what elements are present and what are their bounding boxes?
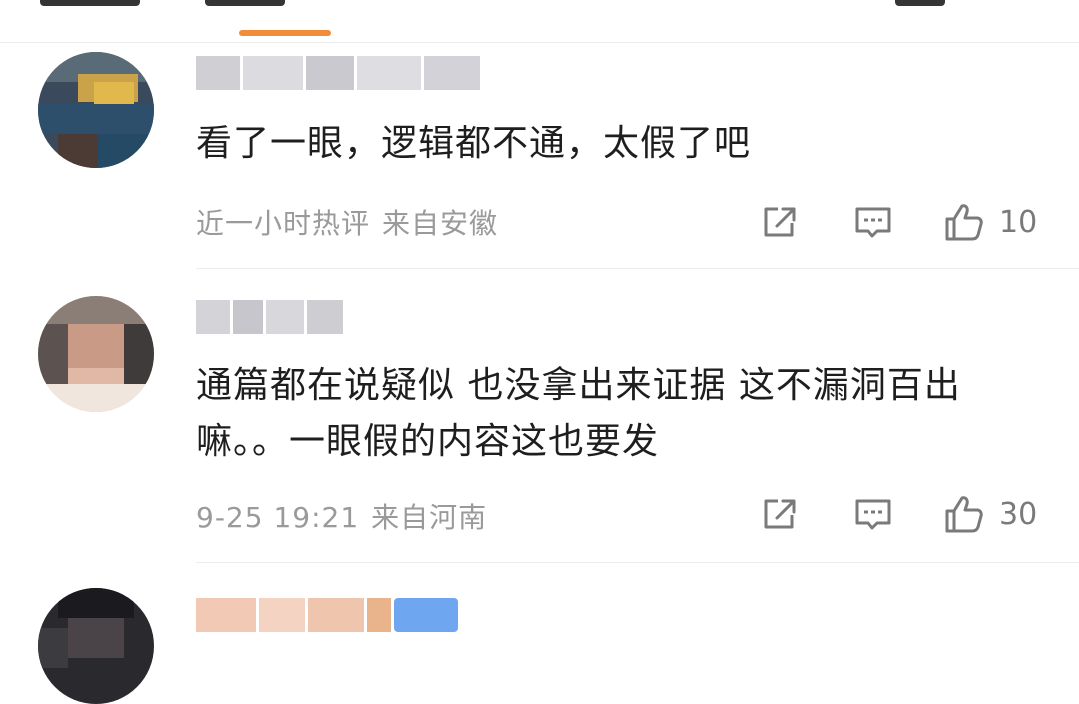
comment-meta: 近一小时热评 来自安徽 (196, 202, 498, 242)
thumbs-up-icon (945, 204, 983, 241)
member-badge (394, 598, 458, 632)
avatar[interactable] (38, 52, 154, 168)
tab-reposts[interactable] (40, 0, 140, 6)
thumbs-up-icon (945, 496, 983, 533)
comment-actions: 30 (761, 492, 1041, 536)
like-count: 10 (999, 204, 1038, 240)
avatar[interactable] (38, 588, 154, 704)
comment-text: 通篇都在说疑似 也没拿出来证据 这不漏洞百出嘛。。一眼假的内容这也要发 (196, 365, 961, 462)
comment-actions: 10 (761, 200, 1041, 244)
username-blurred[interactable] (196, 300, 346, 334)
comment-icon (855, 499, 891, 530)
active-tab-indicator (239, 30, 331, 36)
tab-bar (0, 0, 1079, 43)
comment-time: 近一小时热评 (196, 207, 371, 240)
comment-text: 看了一眼，逻辑都不通，太假了吧 (196, 123, 752, 164)
share-icon (764, 499, 796, 529)
avatar[interactable] (38, 296, 154, 412)
comment-meta: 9-25 19:21 来自河南 (196, 496, 487, 536)
tab-comments[interactable] (205, 0, 285, 6)
reply-button[interactable] (853, 204, 893, 240)
share-button[interactable] (761, 204, 799, 240)
share-button[interactable] (761, 496, 799, 532)
divider (196, 268, 1079, 269)
username-blurred[interactable] (196, 56, 506, 90)
share-icon (764, 207, 796, 237)
like-button[interactable]: 30 (943, 493, 1041, 535)
comment-location: 来自河南 (371, 501, 488, 534)
reply-button[interactable] (853, 496, 893, 532)
username-blurred[interactable] (196, 598, 466, 632)
comment-icon (855, 207, 891, 238)
like-count: 30 (999, 496, 1038, 532)
like-button[interactable]: 10 (943, 201, 1041, 243)
comment-time: 9-25 19:21 (196, 501, 360, 534)
divider (196, 562, 1079, 563)
tab-likes[interactable] (895, 0, 945, 6)
comment-location: 来自安徽 (382, 207, 499, 240)
